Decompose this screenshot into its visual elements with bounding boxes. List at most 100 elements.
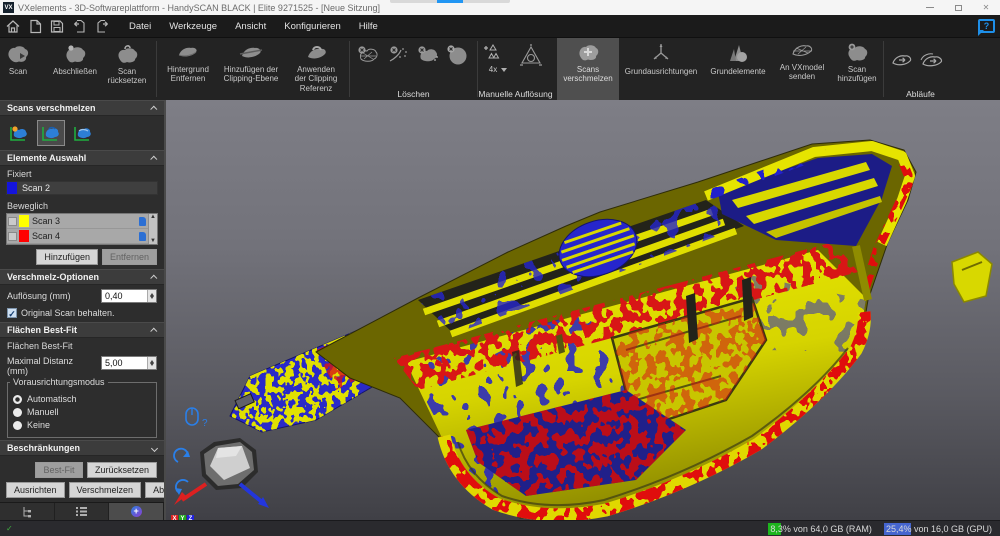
scan4-checkbox[interactable]: [8, 232, 17, 241]
undo-icon[interactable]: [72, 19, 87, 34]
fixed-scan-row[interactable]: Scan 2: [6, 181, 158, 195]
resolution-input[interactable]: 0,40: [101, 289, 157, 303]
menubar: Datei Werkzeuge Ansicht Konfigurieren Hi…: [0, 15, 1000, 38]
resolution-target-icon[interactable]: [515, 40, 547, 89]
mouse-help-icon[interactable]: ?: [186, 408, 208, 429]
radio-icon[interactable]: [13, 395, 22, 404]
merge-scans-button[interactable]: Scans verschmelzen: [557, 38, 619, 100]
max-distance-label: Maximal Distanz(mm): [7, 356, 101, 376]
reset-scan-button[interactable]: Scan rücksetzen: [101, 40, 153, 89]
prealign-groupbox: Vorausrichtungsmodus Automatisch Manuell…: [7, 382, 157, 438]
x-axis-arrow: [182, 484, 206, 500]
radio-icon[interactable]: [13, 421, 22, 430]
chevron-up-icon: [150, 105, 157, 112]
cancel-button[interactable]: Abbrechen: [145, 482, 166, 498]
add-clipping-plane-button[interactable]: Hinzufügen der Clipping-Ebene: [216, 40, 286, 89]
list-view-icon[interactable]: [55, 503, 110, 520]
radio-icon[interactable]: [13, 408, 22, 417]
align-button[interactable]: Ausrichten: [6, 482, 65, 498]
send-to-vxmodel-button[interactable]: An VXmodel senden: [773, 38, 831, 100]
home-icon[interactable]: [5, 19, 21, 34]
save-icon[interactable]: [50, 19, 64, 34]
viewport-3d[interactable]: ?: [166, 100, 1000, 520]
list-scrollbar[interactable]: ▲▼: [148, 214, 157, 244]
bestfit-sub-label: Flächen Best-Fit: [0, 338, 164, 352]
panel-header-verschmelz-optionen[interactable]: Verschmelz-Optionen: [0, 269, 164, 285]
panel-header-flaechen-bestfit[interactable]: Flächen Best-Fit: [0, 322, 164, 338]
radio-manuell[interactable]: Manuell: [13, 407, 151, 417]
merge-button[interactable]: Verschmelzen: [69, 482, 142, 498]
panel-header-beschraenkungen[interactable]: Beschränkungen: [0, 440, 164, 456]
group-label-manuelle-aufloesung: Manuelle Auflösung: [478, 89, 553, 100]
merge-mode-group-icon[interactable]: [69, 120, 97, 146]
bestfit-button: Best-Fit: [35, 462, 83, 478]
titlebar: VX VXelements - 3D-Softwareplattform - H…: [0, 0, 1000, 15]
radio-keine[interactable]: Keine: [13, 420, 151, 430]
svg-text:?: ?: [202, 418, 208, 429]
sidebar-bottom-tabs: +: [0, 502, 164, 520]
scan3-color-swatch: [19, 215, 29, 227]
workflow-export-icon[interactable]: [887, 40, 917, 89]
merge-mode-pair-icon[interactable]: [37, 120, 65, 146]
base-entities-button[interactable]: Grundelemente: [703, 38, 773, 100]
keep-original-checkbox[interactable]: ✓: [7, 308, 17, 318]
resolution-label: Auflösung (mm): [7, 291, 101, 301]
menu-datei[interactable]: Datei: [120, 21, 160, 32]
help-bubble-icon[interactable]: ?: [978, 19, 995, 33]
group-label-loeschen: Löschen: [350, 89, 477, 100]
panel-header-elemente-auswahl[interactable]: Elemente Auswahl: [0, 150, 164, 166]
radio-automatisch[interactable]: Automatisch: [13, 394, 151, 404]
max-distance-input[interactable]: 5,00: [101, 356, 157, 370]
scan-doc-icon: [139, 232, 146, 241]
rotate-ccw-icon[interactable]: [175, 480, 188, 495]
group-label-ablaeufe: Abläufe: [884, 89, 957, 100]
delete-sphere-icon[interactable]: [443, 40, 471, 89]
delete-patch-icon[interactable]: [413, 40, 443, 89]
close-icon[interactable]: ✕: [972, 0, 1000, 15]
fixed-scan-name: Scan 2: [17, 183, 50, 193]
minimize-icon[interactable]: [916, 0, 944, 15]
delete-scan-icon[interactable]: [353, 40, 383, 89]
menu-werkzeuge[interactable]: Werkzeuge: [160, 21, 226, 32]
merge-mode-reference-icon[interactable]: [5, 120, 33, 146]
add-button[interactable]: Hinzufügen: [36, 249, 98, 265]
redo-icon[interactable]: [95, 19, 110, 34]
restore-icon[interactable]: [944, 0, 972, 15]
resolution-multiplier-icon[interactable]: 4x: [481, 40, 515, 89]
spinner-arrows-icon[interactable]: [147, 357, 156, 369]
scan4-color-swatch: [19, 230, 29, 242]
reset-button[interactable]: Zurücksetzen: [87, 462, 157, 478]
list-item-scan4[interactable]: Scan 4: [7, 229, 157, 244]
scan2-color-swatch: [7, 182, 17, 194]
rotate-cw-icon[interactable]: [174, 449, 190, 462]
scan3-checkbox[interactable]: [8, 217, 17, 226]
remove-background-button[interactable]: Hintergrund Entfernen: [160, 40, 216, 89]
list-item-scan3[interactable]: Scan 3: [7, 214, 157, 229]
scan-fragment: [952, 252, 992, 302]
merged-scan-model[interactable]: ?: [166, 100, 1000, 520]
tree-view-icon[interactable]: [0, 503, 55, 520]
app-icon: VX: [3, 2, 14, 13]
base-alignments-button[interactable]: Grundausrichtungen: [619, 38, 703, 100]
ram-usage-meter: 8,3% von 64,0 GB (RAM): [768, 523, 874, 535]
menu-konfigurieren[interactable]: Konfigurieren: [275, 21, 350, 32]
z-axis-arrow: [240, 484, 262, 502]
statusbar: ✓ 8,3% von 64,0 GB (RAM) 25,4% von 16,0 …: [0, 520, 1000, 536]
navigation-cube[interactable]: [174, 438, 269, 508]
prealign-title: Vorausrichtungsmodus: [10, 377, 108, 387]
menu-hilfe[interactable]: Hilfe: [350, 21, 387, 32]
apply-clipping-reference-button[interactable]: Anwenden der Clipping Referenz: [286, 40, 346, 89]
new-file-icon[interactable]: [29, 19, 42, 34]
workflow-export-all-icon[interactable]: [917, 40, 949, 89]
chevron-up-icon: [150, 155, 157, 162]
add-tab-icon[interactable]: +: [109, 503, 164, 520]
scan-doc-icon: [139, 217, 146, 226]
chevron-down-icon: [151, 445, 158, 452]
panel-header-scans-verschmelzen[interactable]: Scans verschmelzen: [0, 100, 164, 116]
add-scan-button[interactable]: Scan hinzufügen: [831, 38, 883, 100]
finish-scan-button[interactable]: Abschließen: [49, 40, 101, 89]
spinner-arrows-icon[interactable]: [147, 290, 156, 302]
menu-ansicht[interactable]: Ansicht: [226, 21, 275, 32]
scan-button[interactable]: Scan: [3, 40, 33, 89]
delete-points-icon[interactable]: [383, 40, 413, 89]
